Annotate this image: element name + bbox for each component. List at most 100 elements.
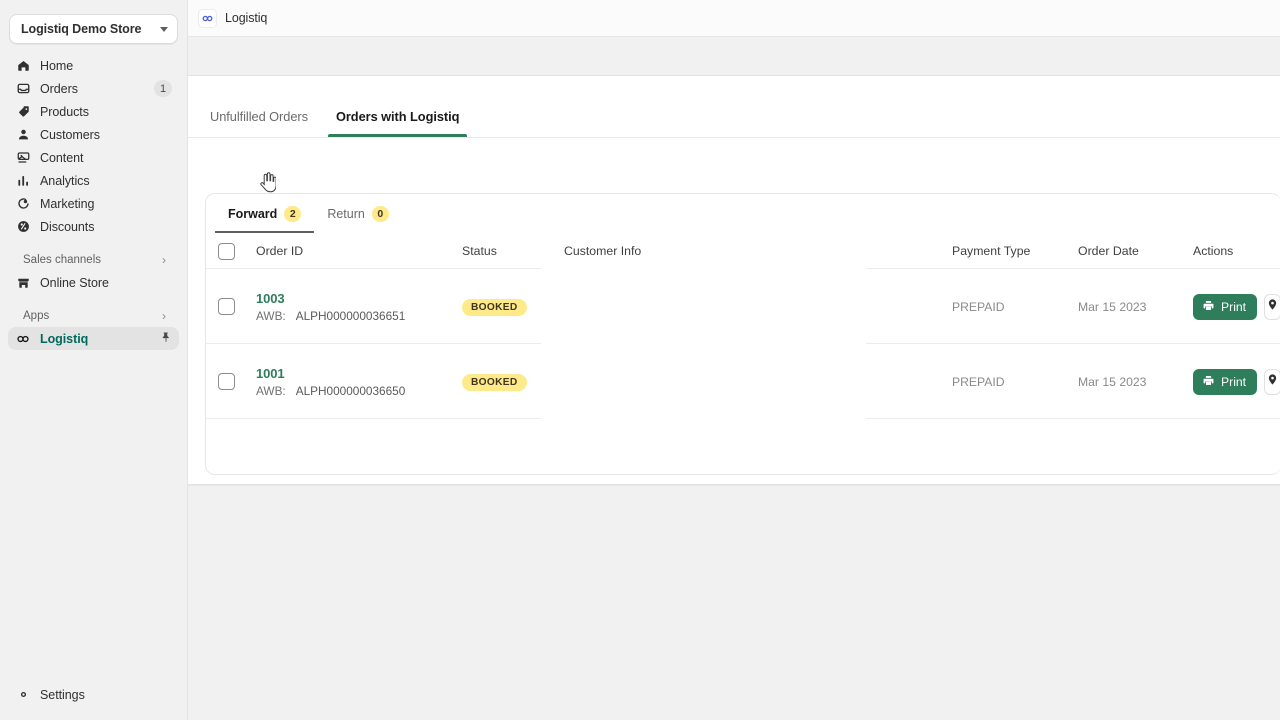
- sales-channels-header[interactable]: Sales channels ›: [8, 249, 179, 271]
- cell-order-id: 1003 AWB: ALPH000000036651: [256, 291, 462, 323]
- logistiq-panel: Unfulfilled Orders Orders with Logistiq …: [188, 75, 1280, 485]
- print-button-label: Print: [1221, 299, 1247, 314]
- print-button[interactable]: Print: [1193, 368, 1258, 395]
- marketing-target-icon: [15, 196, 31, 212]
- sidebar-item-label: Home: [40, 58, 74, 73]
- sidebar-item-home[interactable]: Home: [8, 54, 179, 77]
- subtab-forward[interactable]: Forward 2: [215, 195, 315, 233]
- column-header-order-date[interactable]: Order Date: [1078, 244, 1193, 258]
- awb-value: ALPH000000036650: [295, 383, 406, 398]
- apps-header[interactable]: Apps ›: [8, 305, 179, 327]
- storefront-icon: [15, 275, 31, 291]
- cell-actions: Print: [1193, 293, 1280, 320]
- track-location-button[interactable]: [1264, 293, 1280, 320]
- printer-icon: [1202, 374, 1215, 390]
- customer-person-icon: [15, 127, 31, 143]
- awb-value: ALPH000000036651: [295, 308, 406, 323]
- subtab-label: Return: [327, 207, 365, 221]
- print-button-label: Print: [1221, 374, 1247, 389]
- sidebar-item-label: Marketing: [40, 196, 95, 211]
- store-selector[interactable]: Logistiq Demo Store: [9, 14, 178, 44]
- sales-channels-title: Sales channels: [23, 254, 101, 266]
- sidebar-item-label: Content: [40, 150, 84, 165]
- content-image-icon: [15, 150, 31, 166]
- status-badge: BOOKED: [462, 374, 527, 391]
- tab-orders-with-logistiq[interactable]: Orders with Logistiq: [322, 96, 473, 137]
- tab-label: Orders with Logistiq: [335, 109, 460, 124]
- sidebar-item-content[interactable]: Content: [8, 146, 179, 169]
- sidebar-item-label: Analytics: [40, 173, 90, 188]
- subtab-label: Forward: [228, 207, 278, 221]
- chevron-down-icon: [160, 26, 168, 32]
- column-header-customer-info[interactable]: Customer Info: [564, 244, 952, 258]
- sidebar-item-settings[interactable]: Settings: [8, 683, 179, 706]
- apps-title: Apps: [23, 310, 50, 322]
- app-bar: Logistiq: [188, 0, 1280, 37]
- table-row[interactable]: 1003 AWB: ALPH000000036651 BOOKED PREPAI: [206, 269, 1280, 344]
- table-row[interactable]: 1001 AWB: ALPH000000036650 BOOKED PREPAI: [206, 344, 1280, 419]
- main-area: Logistiq Unfulfilled Orders Orders with …: [188, 0, 1280, 720]
- subtab-count-badge: 2: [284, 206, 302, 222]
- discount-percent-icon: [15, 219, 31, 235]
- sidebar-item-products[interactable]: Products: [8, 100, 179, 123]
- sidebar-item-label: Customers: [40, 127, 100, 142]
- sidebar-item-logistiq[interactable]: Logistiq: [8, 327, 179, 350]
- print-button[interactable]: Print: [1193, 293, 1258, 320]
- column-header-actions[interactable]: Actions: [1193, 244, 1280, 258]
- home-icon: [15, 58, 31, 74]
- column-header-order-id[interactable]: Order ID: [256, 244, 462, 258]
- cell-status: BOOKED: [462, 297, 564, 316]
- orders-card: Forward 2 Return 0 Order ID Status Custo…: [205, 193, 1280, 475]
- sidebar-item-marketing[interactable]: Marketing: [8, 192, 179, 215]
- cell-order-date: Mar 15 2023: [1078, 299, 1147, 314]
- sidebar-item-label: Online Store: [40, 275, 109, 290]
- primary-nav: Home Orders 1 Products Customers Content…: [0, 52, 187, 350]
- sidebar-item-customers[interactable]: Customers: [8, 123, 179, 146]
- table-header-row: Order ID Status Customer Info Payment Ty…: [206, 233, 1280, 269]
- sidebar-item-analytics[interactable]: Analytics: [8, 169, 179, 192]
- orders-inbox-icon: [15, 81, 31, 97]
- divider-left-segment: [206, 418, 541, 419]
- chevron-right-icon: ›: [162, 309, 166, 323]
- orders-count-badge: 1: [154, 80, 172, 97]
- sidebar-item-label: Discounts: [40, 219, 95, 234]
- sidebar: Logistiq Demo Store Home Orders 1 Produc…: [0, 0, 188, 720]
- product-tag-icon: [15, 104, 31, 120]
- awb-line: AWB: ALPH000000036650: [256, 384, 462, 398]
- content-region: Unfulfilled Orders Orders with Logistiq …: [188, 37, 1280, 720]
- row-checkbox[interactable]: [218, 298, 235, 315]
- cell-order-id: 1001 AWB: ALPH000000036650: [256, 366, 462, 398]
- sidebar-item-orders[interactable]: Orders 1: [8, 77, 179, 100]
- row-divider: [206, 418, 1280, 419]
- printer-icon: [1202, 299, 1215, 315]
- sidebar-item-label: Settings: [40, 687, 85, 702]
- column-header-status[interactable]: Status: [462, 244, 564, 258]
- shopify-admin-window: Logistiq Demo Store Home Orders 1 Produc…: [0, 0, 1280, 720]
- cell-order-date: Mar 15 2023: [1078, 374, 1147, 389]
- select-all-checkbox[interactable]: [218, 242, 235, 260]
- sidebar-item-discounts[interactable]: Discounts: [8, 215, 179, 238]
- select-all-cell: [206, 242, 256, 260]
- logistiq-infinity-icon: [198, 8, 217, 28]
- track-location-button[interactable]: [1264, 368, 1280, 395]
- cell-status: BOOKED: [462, 372, 564, 391]
- app-title: Logistiq: [225, 11, 268, 25]
- pin-icon[interactable]: [160, 330, 172, 348]
- sidebar-item-label: Logistiq: [40, 331, 89, 346]
- cell-actions: Print: [1193, 368, 1280, 395]
- row-checkbox[interactable]: [218, 373, 235, 390]
- order-id-link[interactable]: 1003: [256, 291, 462, 306]
- row-select-cell: [206, 373, 256, 390]
- column-header-payment-type[interactable]: Payment Type: [952, 244, 1078, 258]
- gear-icon: [15, 687, 31, 703]
- chevron-right-icon: ›: [162, 253, 166, 267]
- logistiq-infinity-icon: [15, 331, 31, 347]
- cell-payment-type: PREPAID: [952, 374, 1005, 389]
- order-id-link[interactable]: 1001: [256, 366, 462, 381]
- store-name: Logistiq Demo Store: [21, 22, 142, 36]
- subtab-return[interactable]: Return 0: [314, 195, 402, 233]
- sidebar-item-online-store[interactable]: Online Store: [8, 271, 179, 294]
- orders-table: Order ID Status Customer Info Payment Ty…: [206, 233, 1280, 419]
- tab-unfulfilled-orders[interactable]: Unfulfilled Orders: [196, 96, 322, 137]
